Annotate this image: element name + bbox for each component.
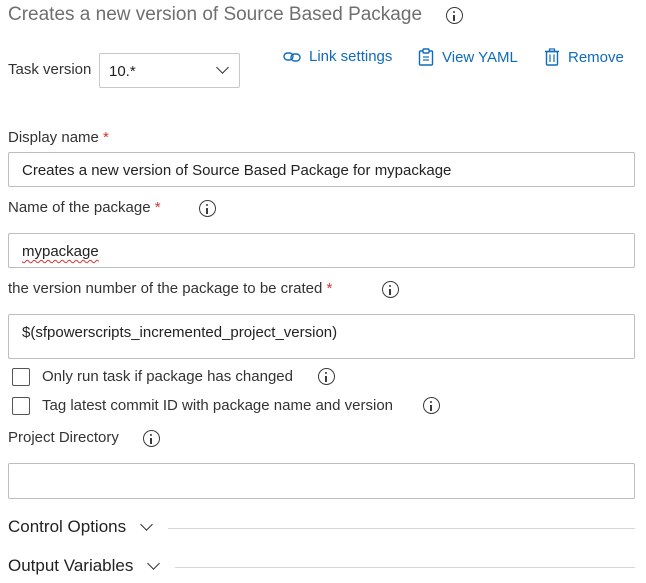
only-run-if-changed-checkbox[interactable] [12,368,30,386]
chevron-down-icon[interactable] [140,518,153,531]
required-marker: * [326,280,333,297]
task-version-select[interactable]: 10.* [99,53,240,88]
version-number-value: $(sfpowerscripts_incremented_project_ver… [22,324,338,341]
tag-commit-checkbox[interactable] [12,397,30,415]
tag-commit-label[interactable]: Tag latest commit ID with package name a… [42,397,393,414]
required-marker: * [154,199,161,216]
task-version-label: Task version [8,61,92,78]
info-icon[interactable] [382,281,399,298]
only-run-if-changed-label[interactable]: Only run task if package has changed [42,368,293,385]
version-number-label: the version number of the package to be … [8,280,333,297]
task-version-value: 10.* [109,63,136,80]
remove-button[interactable]: Remove [544,48,624,66]
remove-label: Remove [568,48,624,66]
chevron-down-icon [216,61,229,74]
package-name-value: mypackage [22,243,99,260]
package-name-label: Name of the package * [8,199,161,216]
page-title: Creates a new version of Source Based Pa… [8,4,423,25]
clipboard-icon [418,48,434,66]
chevron-down-icon[interactable] [147,557,160,570]
trash-icon [545,48,559,66]
info-icon[interactable] [143,430,160,447]
project-directory-input[interactable] [8,463,635,499]
section-divider [168,528,635,529]
display-name-input[interactable]: Creates a new version of Source Based Pa… [8,152,635,187]
view-yaml-label: View YAML [442,48,518,66]
link-icon [283,51,301,62]
display-name-label: Display name * [8,129,109,146]
info-icon[interactable] [318,368,335,385]
view-yaml-button[interactable]: View YAML [418,48,518,66]
link-settings-label: Link settings [309,48,393,65]
section-divider [175,567,635,568]
info-icon[interactable] [199,200,216,217]
link-settings-button[interactable]: Link settings [283,48,392,65]
version-number-input[interactable]: $(sfpowerscripts_incremented_project_ver… [8,314,635,359]
info-icon[interactable] [446,7,463,24]
info-icon[interactable] [423,397,440,414]
project-directory-label: Project Directory [8,429,119,446]
display-name-value: Creates a new version of Source Based Pa… [22,162,452,179]
output-variables-toggle[interactable]: Output Variables [8,556,133,576]
control-options-toggle[interactable]: Control Options [8,517,126,537]
package-name-input[interactable]: mypackage [8,233,635,268]
required-marker: * [103,129,109,146]
